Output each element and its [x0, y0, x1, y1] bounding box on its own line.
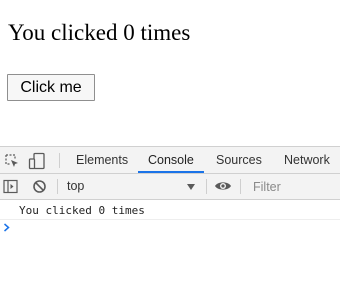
console-message-text: You clicked 0 times [19, 204, 145, 217]
toolbar-separator [240, 179, 241, 194]
context-selector-value: top [67, 179, 85, 193]
clear-console-icon[interactable] [32, 179, 47, 194]
devtools-tab-bar: Elements Console Sources Network [0, 147, 340, 192]
page-viewport: You clicked 0 times Click me [0, 0, 340, 146]
click-count-heading: You clicked 0 times [8, 20, 191, 45]
console-message-row: You clicked 0 times [0, 201, 340, 220]
toolbar-separator [206, 179, 207, 194]
tab-sources[interactable]: Sources [216, 147, 262, 173]
tab-network[interactable]: Network [284, 147, 330, 173]
click-me-button[interactable]: Click me [7, 74, 95, 101]
console-filter-input[interactable] [246, 176, 340, 197]
console-toolbar: top [0, 174, 340, 200]
dropdown-arrow-icon [187, 184, 195, 190]
tab-elements[interactable]: Elements [76, 147, 128, 173]
devtools-panel: Elements Console Sources Network top Fil… [0, 146, 340, 292]
toolbar-separator [57, 179, 58, 194]
tab-bar-separator [59, 153, 60, 168]
eye-icon[interactable] [214, 180, 232, 192]
device-toolbar-icon[interactable] [28, 152, 46, 170]
console-prompt[interactable] [0, 221, 340, 241]
sidebar-toggle-icon[interactable] [3, 179, 18, 194]
inspect-element-icon[interactable] [4, 153, 20, 169]
prompt-chevron-icon [4, 223, 10, 232]
tab-console[interactable]: Console [138, 147, 204, 173]
